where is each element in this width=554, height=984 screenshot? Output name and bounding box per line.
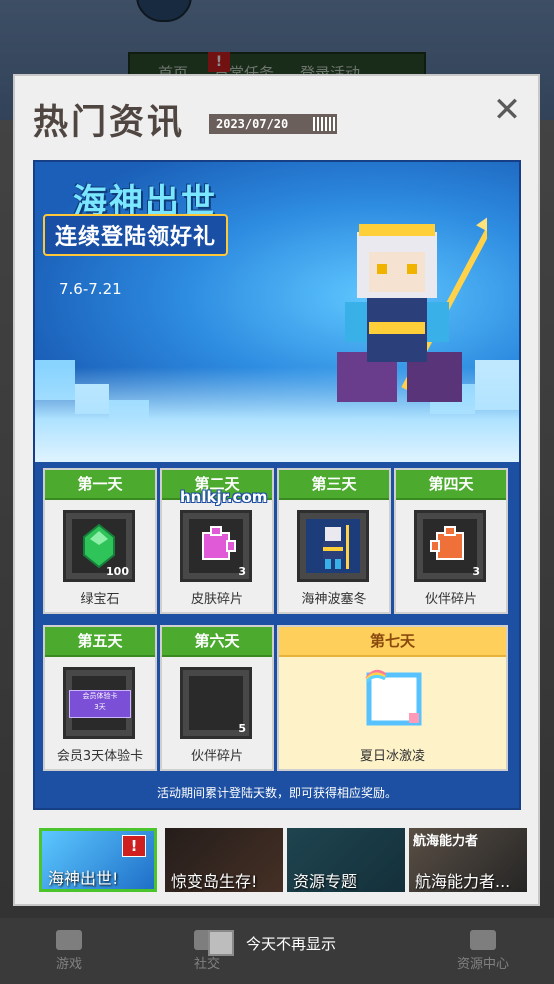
day-card-4[interactable]: 第四天 3 伙伴碎片 — [394, 468, 508, 614]
reward-slot: 3 — [180, 510, 252, 582]
vip-card-text: 会员体验卡 — [82, 692, 118, 700]
hot-news-modal: 热门资讯 2023/07/20 ✕ 海神出世 连续登陆领好礼 7.6-7.21 — [13, 74, 540, 906]
day-title: 第四天 — [396, 470, 506, 500]
thumb-overlay-title: 航海能力者 — [413, 834, 479, 849]
thumb-label: 资源专题 — [293, 872, 358, 891]
thumb-label: 海神出世! — [48, 869, 119, 888]
day-card-6[interactable]: 第六天 5 伙伴碎片 — [160, 625, 274, 771]
reward-slot: 3 — [414, 510, 486, 582]
reward-name: 海神波塞冬 — [301, 592, 367, 607]
thumb-label: 惊变岛生存! — [171, 872, 258, 891]
partner-fragment-icon — [189, 676, 243, 730]
reward-count: 100 — [106, 565, 129, 578]
close-button[interactable]: ✕ — [491, 93, 523, 127]
reward-slot: 会员体验卡 3天 — [63, 667, 135, 739]
reward-count: 3 — [472, 565, 480, 578]
barcode-decoration — [313, 117, 335, 131]
thumb-resources[interactable]: 资源专题 — [287, 828, 405, 892]
thumb-badge: ! — [122, 835, 146, 857]
modal-date: 2023/07/20 — [209, 114, 337, 134]
thumb-label: 航海能力者... — [415, 872, 511, 891]
thumb-poseidon[interactable]: ! 海神出世! — [39, 828, 157, 892]
event-banner[interactable]: 海神出世 连续登陆领好礼 7.6-7.21 — [35, 162, 519, 462]
day-title: 第一天 — [45, 470, 155, 500]
reward-count: 5 — [238, 722, 246, 735]
vip-card-icon: 会员体验卡 3天 — [69, 690, 131, 718]
day-title: 第五天 — [45, 627, 155, 657]
day-title: 第七天 — [279, 627, 506, 657]
reward-slot: 5 — [180, 667, 252, 739]
day-card-1[interactable]: 第一天 100 绿宝石 — [43, 468, 157, 614]
reward-name: 伙伴碎片 — [424, 592, 477, 607]
dont-show-today-checkbox[interactable]: 今天不再显示 — [208, 930, 336, 956]
reward-name: 会员3天体验卡 — [56, 749, 144, 764]
poseidon-skin-icon — [323, 525, 349, 569]
ice-cream-frame-icon — [365, 669, 422, 726]
reward-name: 绿宝石 — [80, 592, 120, 607]
day-card-5[interactable]: 第五天 会员体验卡 3天 会员3天体验卡 — [43, 625, 157, 771]
close-icon: ✕ — [492, 90, 522, 130]
reward-slot-inner — [189, 519, 243, 573]
reward-slot-inner: 会员体验卡 3天 — [69, 676, 131, 730]
dont-show-label: 今天不再显示 — [246, 934, 337, 953]
banner-date-range: 7.6-7.21 — [59, 280, 122, 298]
watermark-text: hnlkjr.com — [180, 488, 268, 506]
vip-card-subtext: 3天 — [94, 703, 106, 711]
thumb-sailing[interactable]: 航海能力者 航海能力者... — [409, 828, 527, 892]
partner-fragment-icon — [430, 526, 464, 560]
reward-name: 伙伴碎片 — [190, 749, 243, 764]
day-title: 第六天 — [162, 627, 272, 657]
checkbox-box[interactable] — [208, 930, 234, 956]
reward-name: 夏日冰激凌 — [359, 749, 425, 764]
banner-subtitle: 连续登陆领好礼 — [43, 214, 229, 256]
event-panel: 海神出世 连续登陆领好礼 7.6-7.21 第一天 100 绿宝石 第二天 3 … — [33, 160, 521, 810]
day-card-7[interactable]: 第七天 夏日冰激凌 — [277, 625, 508, 771]
day-card-3[interactable]: 第三天 海神波塞冬 — [277, 468, 391, 614]
skin-fragment-icon — [202, 526, 236, 560]
modal-title: 热门资讯 — [33, 103, 186, 143]
thumb-survival[interactable]: 惊变岛生存! — [165, 828, 283, 892]
reward-slot: 100 — [63, 510, 135, 582]
reward-slot-inner — [306, 519, 360, 573]
reward-count: 3 — [238, 565, 246, 578]
event-notice: 活动期间累计登陆天数，即可获得相应奖励。 — [156, 786, 397, 800]
reward-name: 皮肤碎片 — [190, 592, 243, 607]
poseidon-character-icon — [337, 212, 487, 402]
reward-slot — [297, 510, 369, 582]
day-title: 第三天 — [279, 470, 389, 500]
modal-date-text: 2023/07/20 — [216, 117, 289, 131]
reward-slot-inner — [423, 519, 477, 573]
